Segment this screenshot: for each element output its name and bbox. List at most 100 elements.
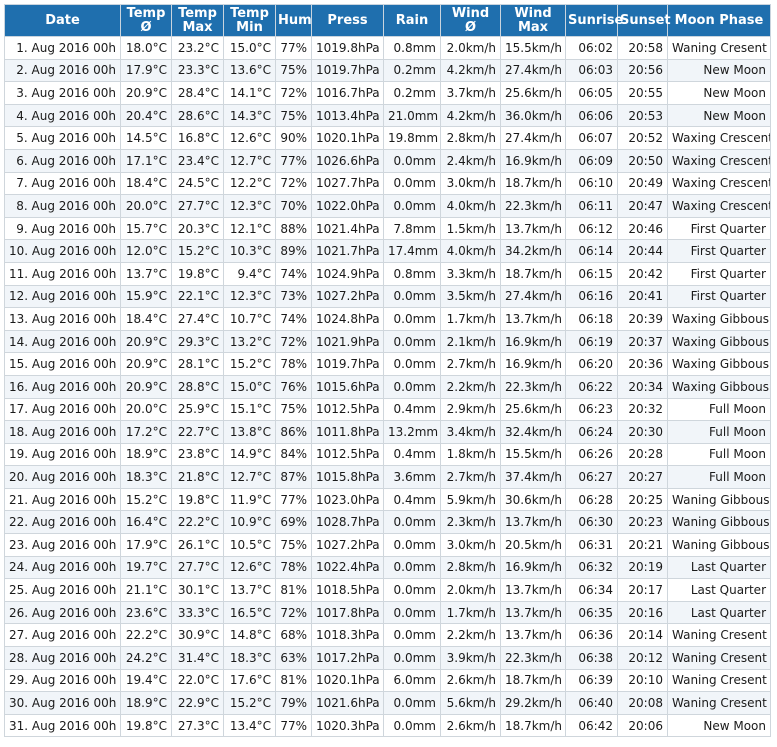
- cell-moon-phase: Last Quarter: [667, 600, 771, 625]
- cell-moon-phase: Waning Gibbous: [667, 487, 771, 512]
- cell-pressure: 1022.0hPa: [311, 194, 384, 218]
- cell-date: 27. Aug 2016 00h: [4, 623, 121, 648]
- cell-wind-avg: 4.0km/h: [440, 194, 501, 218]
- cell-humidity: 75%: [275, 103, 312, 128]
- cell-temp-max: 23.3°C: [171, 58, 224, 83]
- cell-temp-max: 23.2°C: [171, 36, 224, 60]
- cell-wind-avg: 2.1km/h: [440, 329, 501, 354]
- table-row: 26. Aug 2016 00h 23.6°C 33.3°C 16.5°C 72% 101…: [4, 600, 771, 625]
- cell-rain: 0.4mm: [383, 397, 441, 422]
- cell-humidity: 72%: [275, 329, 312, 354]
- cell-humidity: 89%: [275, 239, 312, 263]
- cell-temp-avg: 18.9°C: [120, 442, 172, 467]
- header-wind-max[interactable]: Wind Max: [500, 4, 566, 37]
- cell-pressure: 1015.8hPa: [311, 465, 384, 489]
- cell-moon-phase: Waxing Gibbous: [667, 374, 771, 399]
- cell-temp-max: 19.8°C: [171, 487, 224, 512]
- table-row: 2. Aug 2016 00h 17.9°C 23.3°C 13.6°C 75% 1019…: [4, 58, 771, 83]
- cell-temp-max: 23.8°C: [171, 442, 224, 467]
- cell-temp-avg: 20.0°C: [120, 397, 172, 422]
- cell-temp-avg: 17.9°C: [120, 58, 172, 83]
- header-wind-avg[interactable]: Wind Ø: [440, 4, 501, 37]
- cell-rain: 6.0mm: [383, 668, 441, 693]
- cell-pressure: 1019.7hPa: [311, 352, 384, 376]
- cell-sunset: 20:32: [617, 397, 668, 422]
- cell-moon-phase: Full Moon: [667, 442, 771, 467]
- weather-table-container: Date Temp Ø Temp Max Temp Min Hum Press Rai…: [4, 4, 771, 738]
- cell-rain: 19.8mm: [383, 126, 441, 150]
- cell-sunrise: 06:20: [565, 352, 618, 376]
- header-temp-max[interactable]: Temp Max: [171, 4, 224, 37]
- cell-wind-avg: 3.0km/h: [440, 171, 501, 196]
- cell-date: 12. Aug 2016 00h: [4, 284, 121, 309]
- header-temp-avg[interactable]: Temp Ø: [120, 4, 172, 37]
- cell-sunrise: 06:15: [565, 261, 618, 286]
- cell-sunset: 20:27: [617, 465, 668, 489]
- cell-rain: 0.0mm: [383, 713, 441, 738]
- cell-sunset: 20:23: [617, 510, 668, 535]
- header-sunset[interactable]: Sunset: [617, 4, 671, 37]
- cell-temp-avg: 21.1°C: [120, 578, 172, 602]
- cell-rain: 7.8mm: [383, 216, 441, 241]
- cell-rain: 0.2mm: [383, 58, 441, 83]
- cell-rain: 0.4mm: [383, 442, 441, 467]
- header-sunrise[interactable]: Sunrise: [565, 4, 623, 37]
- cell-pressure: 1012.5hPa: [311, 397, 384, 422]
- cell-temp-max: 27.4°C: [171, 307, 224, 331]
- header-temp-min[interactable]: Temp Min: [223, 4, 276, 37]
- header-row: Date Temp Ø Temp Max Temp Min Hum Press Rai…: [4, 4, 771, 37]
- cell-pressure: 1011.8hPa: [311, 420, 384, 444]
- cell-moon-phase: Waxing Crescent: [667, 126, 771, 150]
- cell-humidity: 74%: [275, 261, 312, 286]
- cell-date: 7. Aug 2016 00h: [4, 171, 121, 196]
- cell-temp-max: 29.3°C: [171, 329, 224, 354]
- cell-pressure: 1020.1hPa: [311, 126, 384, 150]
- cell-wind-avg: 2.6km/h: [440, 713, 501, 738]
- cell-temp-min: 12.6°C: [223, 555, 276, 580]
- cell-sunset: 20:10: [617, 668, 668, 693]
- cell-pressure: 1017.2hPa: [311, 646, 384, 670]
- cell-sunrise: 06:35: [565, 600, 618, 625]
- cell-moon-phase: Waxing Gibbous: [667, 352, 771, 376]
- cell-temp-min: 14.1°C: [223, 81, 276, 105]
- cell-date: 29. Aug 2016 00h: [4, 668, 121, 693]
- cell-wind-avg: 3.9km/h: [440, 646, 501, 670]
- cell-temp-avg: 24.2°C: [120, 646, 172, 670]
- cell-wind-avg: 1.8km/h: [440, 442, 501, 467]
- header-humidity[interactable]: Hum: [275, 4, 312, 37]
- cell-rain: 0.0mm: [383, 600, 441, 625]
- cell-temp-avg: 19.8°C: [120, 713, 172, 738]
- cell-wind-avg: 3.7km/h: [440, 81, 501, 105]
- cell-moon-phase: Full Moon: [667, 420, 771, 444]
- cell-date: 18. Aug 2016 00h: [4, 420, 121, 444]
- cell-moon-phase: Waning Cresent: [667, 668, 771, 693]
- cell-moon-phase: Last Quarter: [667, 555, 771, 580]
- cell-temp-avg: 19.4°C: [120, 668, 172, 693]
- header-pressure[interactable]: Press: [311, 4, 384, 37]
- table-row: 29. Aug 2016 00h 19.4°C 22.0°C 17.6°C 81% 102…: [4, 668, 771, 693]
- cell-date: 3. Aug 2016 00h: [4, 81, 121, 105]
- cell-temp-max: 16.8°C: [171, 126, 224, 150]
- cell-sunrise: 06:28: [565, 487, 618, 512]
- cell-sunrise: 06:14: [565, 239, 618, 263]
- header-moon-phase[interactable]: Moon Phase: [667, 4, 771, 37]
- cell-moon-phase: Waning Cresent: [667, 691, 771, 715]
- cell-wind-avg: 1.7km/h: [440, 600, 501, 625]
- cell-date: 17. Aug 2016 00h: [4, 397, 121, 422]
- cell-temp-max: 19.8°C: [171, 261, 224, 286]
- cell-sunrise: 06:27: [565, 465, 618, 489]
- cell-humidity: 77%: [275, 713, 312, 738]
- cell-sunrise: 06:31: [565, 533, 618, 557]
- cell-temp-max: 26.1°C: [171, 533, 224, 557]
- cell-wind-avg: 3.0km/h: [440, 533, 501, 557]
- header-rain[interactable]: Rain: [383, 4, 441, 37]
- cell-humidity: 72%: [275, 600, 312, 625]
- cell-temp-avg: 16.4°C: [120, 510, 172, 535]
- cell-wind-max: 18.7km/h: [500, 261, 566, 286]
- cell-temp-max: 21.8°C: [171, 465, 224, 489]
- cell-wind-max: 27.4km/h: [500, 126, 566, 150]
- cell-sunrise: 06:11: [565, 194, 618, 218]
- table-row: 1. Aug 2016 00h 18.0°C 23.2°C 15.0°C 77% 1019…: [4, 36, 771, 60]
- header-date[interactable]: Date: [4, 4, 121, 37]
- cell-wind-max: 16.9km/h: [500, 352, 566, 376]
